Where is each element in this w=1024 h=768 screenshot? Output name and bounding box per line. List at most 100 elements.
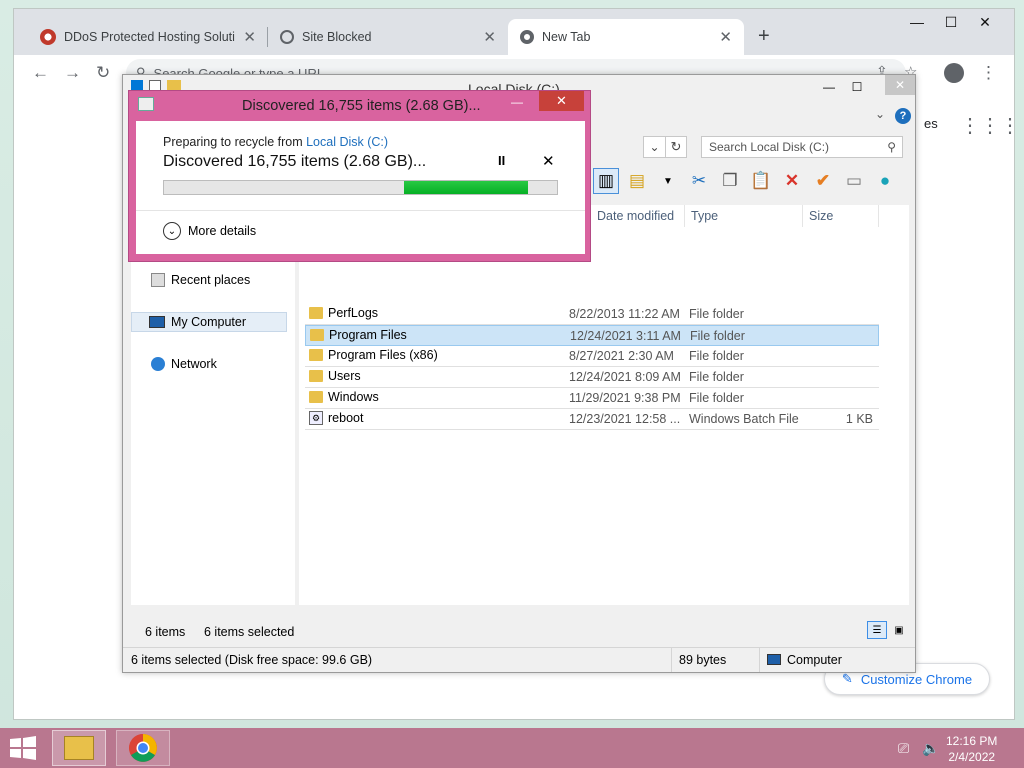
tab-title: Site Blocked — [302, 30, 372, 44]
column-date-modified[interactable]: Date modified — [591, 205, 685, 227]
network-tray-icon[interactable]: ⎚ — [898, 740, 909, 757]
source-link[interactable]: Local Disk (C:) — [306, 135, 388, 149]
ribbon-expand-icon[interactable]: ⌄ — [875, 107, 885, 121]
items-bar: 6 items 6 items selected ☰ ▣ — [131, 621, 907, 643]
pencil-icon: ✎ — [841, 671, 853, 686]
close-tab-icon[interactable]: ✕ — [243, 28, 256, 46]
preparing-text: Preparing to recycle from Local Disk (C:… — [163, 135, 388, 149]
pause-button[interactable]: II — [498, 153, 505, 168]
close-tab-icon[interactable]: ✕ — [719, 28, 732, 46]
status-location: Computer — [787, 653, 842, 667]
paste-icon[interactable]: 📋 — [748, 168, 774, 194]
taskbar: ⎚ 🔈 12:16 PM 2/4/2022 — [0, 728, 1024, 768]
status-selection-info: 6 items selected (Disk free space: 99.6 … — [131, 653, 373, 667]
preparing-prefix: Preparing to recycle from — [163, 135, 307, 149]
nav-label: Network — [171, 357, 217, 371]
ntp-images-link[interactable]: es — [924, 116, 938, 131]
customize-label: Customize Chrome — [860, 671, 973, 687]
search-input[interactable]: Search Local Disk (C:) ⚲ — [701, 136, 903, 158]
forward-arrow-icon[interactable]: → — [64, 63, 81, 83]
minimize-button[interactable]: — — [900, 9, 934, 35]
tab-title: DDoS Protected Hosting Solution — [64, 30, 236, 44]
taskbar-file-explorer[interactable] — [52, 730, 106, 766]
checkmark-icon[interactable]: ✔ — [810, 168, 836, 194]
new-tab-button[interactable]: + — [758, 25, 770, 48]
file-name-text: PerfLogs — [328, 306, 379, 320]
file-name: ⚙ reboot — [309, 411, 559, 425]
globe-icon[interactable]: ● — [872, 168, 898, 194]
nav-item-my-computer[interactable]: My Computer — [131, 312, 287, 332]
taskbar-chrome[interactable] — [116, 730, 170, 766]
dialog-body: Preparing to recycle from Local Disk (C:… — [136, 121, 585, 254]
nav-item-recent-places[interactable]: Recent places — [131, 270, 291, 290]
help-icon[interactable]: ? — [895, 108, 911, 124]
tab-site-blocked[interactable]: Site Blocked ✕ — [268, 19, 508, 55]
volume-muted-icon[interactable]: 🔈 — [922, 740, 939, 757]
recycle-progress-dialog: Discovered 16,755 items (2.68 GB)... — ✕… — [128, 90, 591, 262]
globe-favicon-icon — [280, 30, 294, 44]
table-row[interactable]: Users 12/24/2021 8:09 AM File folder — [305, 367, 879, 388]
reload-icon[interactable]: ↻ — [96, 63, 110, 83]
address-dropdown-icon[interactable]: ⌄ — [643, 136, 665, 158]
ddos-favicon-icon — [40, 29, 56, 45]
maximize-button[interactable]: ☐ — [934, 9, 968, 35]
network-icon — [151, 357, 165, 371]
table-row[interactable]: Windows 11/29/2021 9:38 PM File folder — [305, 388, 879, 409]
table-row[interactable]: Program Files (x86) 8/27/2021 2:30 AM File… — [305, 346, 879, 367]
nav-item-network[interactable]: Network — [131, 354, 291, 374]
nav-label: Recent places — [171, 273, 251, 287]
rename-icon[interactable]: ▭ — [841, 168, 867, 194]
search-placeholder: Search Local Disk (C:) — [709, 140, 830, 154]
file-name: PerfLogs — [309, 306, 559, 320]
properties-icon[interactable]: ▤ — [624, 168, 650, 194]
file-name: Program Files — [310, 328, 560, 342]
file-date: 12/24/2021 8:09 AM — [569, 370, 681, 384]
table-row[interactable]: Program Files 12/24/2021 3:11 AM File fold… — [305, 325, 879, 346]
close-tab-icon[interactable]: ✕ — [483, 28, 496, 46]
file-date: 8/27/2021 2:30 AM — [569, 349, 674, 363]
close-button[interactable]: ✕ — [968, 9, 1002, 35]
column-type[interactable]: Type — [685, 205, 803, 227]
discovered-status: Discovered 16,755 items (2.68 GB)... — [163, 153, 427, 170]
file-name-text: Program Files — [329, 328, 407, 342]
explorer-toolbar: ▥ ▤ ▼ ✂ ❐ 📋 ✕ ✔ ▭ ● — [593, 165, 898, 197]
copy-icon[interactable]: ❐ — [717, 168, 743, 194]
tab-ddos-hosting[interactable]: DDoS Protected Hosting Solution ✕ — [28, 19, 268, 55]
chrome-icon — [129, 734, 157, 762]
table-row[interactable]: ⚙ reboot 12/23/2021 12:58 ... Windows Batch… — [305, 409, 879, 430]
large-icons-view-icon[interactable]: ▣ — [889, 621, 909, 639]
file-type: File folder — [690, 329, 745, 343]
refresh-icon[interactable]: ↻ — [665, 136, 687, 158]
cancel-button[interactable]: ✕ — [542, 152, 555, 170]
file-name: Windows — [309, 390, 559, 404]
delete-icon[interactable]: ✕ — [779, 168, 805, 194]
chrome-favicon-icon — [520, 30, 534, 44]
explorer-maximize-button[interactable]: ☐ — [843, 77, 871, 97]
progress-bar-fill — [403, 181, 528, 194]
column-size[interactable]: Size — [803, 205, 879, 227]
navigation-pane: Recent places My Computer Network — [131, 205, 295, 605]
profile-avatar-icon[interactable] — [944, 63, 964, 83]
cut-icon[interactable]: ✂ — [686, 168, 712, 194]
file-name-text: reboot — [328, 411, 364, 425]
status-size: 89 bytes — [679, 653, 727, 667]
apps-grid-icon[interactable]: ⋮⋮⋮ — [960, 113, 1020, 138]
table-row[interactable]: PerfLogs 8/22/2013 11:22 AM File folder — [305, 304, 879, 325]
clock-time: 12:16 PM — [946, 734, 998, 748]
explorer-minimize-button[interactable]: — — [815, 77, 843, 97]
dialog-close-button[interactable]: ✕ — [539, 91, 584, 111]
more-details-toggle[interactable]: ⌄ More details — [163, 222, 256, 240]
file-name: Program Files (x86) — [309, 348, 559, 362]
preview-pane-icon[interactable]: ▥ — [593, 168, 619, 194]
dropdown-arrow-icon[interactable]: ▼ — [655, 168, 681, 194]
explorer-close-button[interactable]: ✕ — [885, 75, 915, 95]
dialog-minimize-button[interactable]: — — [511, 95, 523, 109]
file-date: 8/22/2013 11:22 AM — [569, 307, 680, 321]
chevron-down-icon: ⌄ — [163, 222, 181, 240]
tab-new-tab[interactable]: New Tab ✕ — [508, 19, 744, 55]
back-arrow-icon[interactable]: ← — [32, 63, 49, 83]
clock[interactable]: 12:16 PM 2/4/2022 — [946, 733, 997, 765]
menu-kebab-icon[interactable]: ⋮ — [980, 63, 997, 83]
start-button[interactable] — [8, 736, 40, 760]
details-view-icon[interactable]: ☰ — [867, 621, 887, 639]
